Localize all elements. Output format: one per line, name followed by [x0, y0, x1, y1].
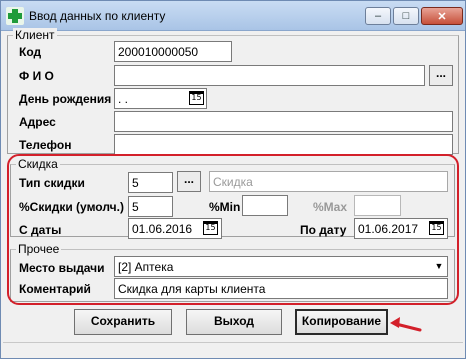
minimize-icon: – — [374, 10, 382, 22]
dialog-window: Ввод данных по клиенту – □ ✕ Клиент Код … — [0, 0, 466, 359]
close-button[interactable]: ✕ — [421, 7, 463, 25]
highlight-outline — [7, 154, 459, 305]
minimize-button[interactable]: – — [365, 7, 391, 25]
title-bar[interactable]: Ввод данных по клиенту – □ ✕ — [1, 1, 465, 31]
fio-lookup-button[interactable]: ... — [429, 65, 453, 86]
exit-button[interactable]: Выход — [186, 309, 282, 335]
status-bar — [3, 342, 463, 357]
maximize-icon: □ — [402, 10, 410, 22]
fio-field[interactable] — [114, 65, 425, 86]
close-icon: ✕ — [437, 10, 447, 23]
save-button[interactable]: Сохранить — [74, 309, 172, 335]
address-field[interactable] — [114, 111, 453, 132]
code-label: Код — [19, 45, 42, 59]
app-cross-icon — [6, 7, 24, 25]
birthday-calendar-icon[interactable]: 15 — [189, 91, 204, 105]
maximize-button[interactable]: □ — [393, 7, 419, 25]
window-title: Ввод данных по клиенту — [29, 9, 166, 23]
client-group-legend: Клиент — [13, 28, 57, 42]
phone-field[interactable] — [114, 134, 453, 155]
address-label: Адрес — [19, 115, 56, 129]
phone-label: Телефон — [19, 138, 72, 152]
copy-button[interactable]: Копирование — [295, 309, 388, 335]
birthday-label: День рождения — [19, 92, 112, 106]
red-arrow-icon — [390, 317, 422, 332]
fio-label: Ф И О — [19, 69, 54, 83]
code-field[interactable]: 200010000050 — [114, 41, 232, 62]
